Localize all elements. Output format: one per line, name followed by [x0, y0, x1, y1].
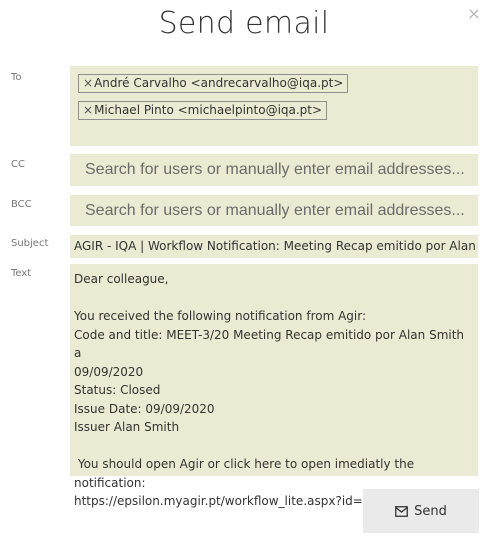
bcc-field — [70, 195, 478, 226]
cc-field — [70, 154, 478, 186]
recipient-tag: ×Michael Pinto <michaelpinto@iqa.pt> — [78, 101, 328, 120]
send-button-label: Send — [414, 503, 447, 519]
bcc-label: BCC — [11, 199, 32, 210]
cc-search-input[interactable] — [70, 154, 478, 186]
bcc-search-input[interactable] — [70, 195, 478, 226]
recipient-tag: ×André Carvalho <andrecarvalho@iqa.pt> — [78, 74, 349, 93]
envelope-icon — [395, 505, 409, 517]
send-button[interactable]: Send — [363, 489, 479, 533]
subject-label: Subject — [11, 238, 49, 249]
subject-input[interactable]: AGIR - IQA | Workflow Notification: Meet… — [70, 235, 478, 258]
dialog-title: Send email — [158, 6, 330, 41]
to-label: To — [11, 72, 22, 83]
text-label: Text — [11, 268, 32, 279]
recipient-label: Michael Pinto <michaelpinto@iqa.pt> — [94, 103, 323, 117]
remove-recipient-icon[interactable]: × — [83, 103, 93, 117]
close-icon[interactable]: × — [467, 6, 481, 22]
remove-recipient-icon[interactable]: × — [83, 76, 93, 90]
cc-label: CC — [11, 159, 25, 170]
to-recipients-field[interactable]: ×André Carvalho <andrecarvalho@iqa.pt> ×… — [70, 66, 478, 146]
recipient-label: André Carvalho <andrecarvalho@iqa.pt> — [94, 76, 344, 90]
body-textarea[interactable]: Dear colleague, You received the followi… — [70, 264, 478, 508]
